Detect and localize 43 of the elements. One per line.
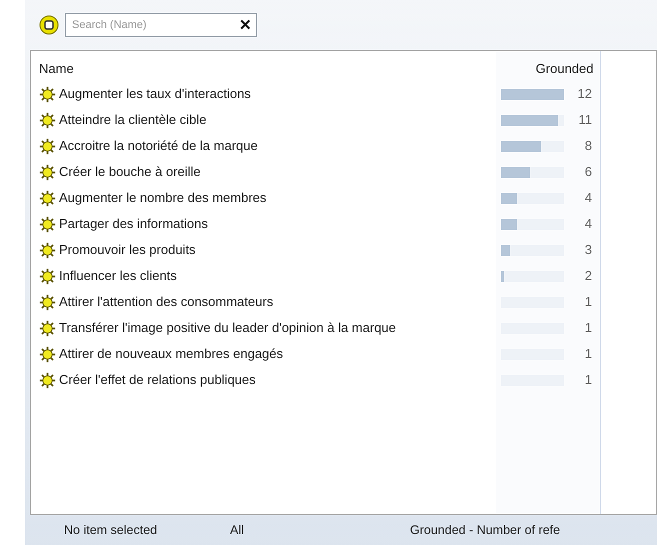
item-name[interactable]: Augmenter le nombre des membres	[59, 188, 266, 208]
grounded-count: 3	[584, 241, 592, 260]
sun-icon	[39, 294, 56, 310]
sun-icon	[39, 190, 56, 206]
sun-icon	[39, 86, 56, 102]
column-header[interactable]: Name	[39, 59, 74, 79]
item-name[interactable]: Créer le bouche à oreille	[59, 162, 201, 182]
grounded-count: 2	[584, 267, 592, 286]
filter-text: All	[230, 522, 245, 539]
sun-icon	[39, 164, 56, 180]
item-name[interactable]: Atteindre la clientèle cible	[59, 110, 206, 130]
grounded-count: 8	[584, 137, 592, 156]
sun-icon	[39, 242, 56, 258]
grounded-count: 1	[584, 345, 592, 364]
grounded-count: 1	[584, 371, 592, 390]
column-header[interactable]: Grounded	[536, 59, 594, 79]
grounded-count: 4	[584, 215, 592, 234]
grounded-count: 4	[584, 189, 592, 208]
item-name[interactable]: Créer l'effet de relations publiques	[59, 370, 256, 390]
item-name[interactable]: Promouvoir les produits	[59, 240, 196, 260]
clear-button[interactable]: ✕	[239, 18, 252, 32]
sun-icon	[39, 372, 56, 388]
grounded-count: 12	[576, 85, 592, 104]
grounded-count: 6	[584, 163, 592, 182]
sun-icon	[39, 216, 56, 232]
item-name[interactable]: Partager des informations	[59, 214, 208, 234]
item-name[interactable]: Augmenter les taux d'interactions	[59, 84, 251, 104]
grounded-count: 11	[578, 111, 592, 130]
sun-icon	[39, 320, 56, 336]
sun-icon	[39, 268, 56, 284]
sun-icon	[39, 112, 56, 128]
status-text: No item selected	[63, 522, 158, 539]
item-name[interactable]: Attirer l'attention des consommateurs	[59, 292, 274, 312]
item-name[interactable]: Influencer les clients	[59, 266, 177, 286]
grounded-count: 1	[584, 293, 592, 312]
search-field[interactable]: Search (Name) ✕	[65, 13, 257, 37]
item-name[interactable]: Transférer l'image positive du leader d'opinion à la marque	[59, 318, 396, 338]
sun-icon	[39, 346, 56, 362]
sun-icon	[39, 138, 56, 154]
item-name[interactable]: Accroitre la notoriété de la marque	[59, 136, 258, 156]
sort-text: Grounded - Number of refe	[410, 522, 560, 539]
item-name[interactable]: Attirer de nouveaux membres engagés	[59, 344, 284, 364]
grounded-count: 1	[584, 319, 592, 338]
